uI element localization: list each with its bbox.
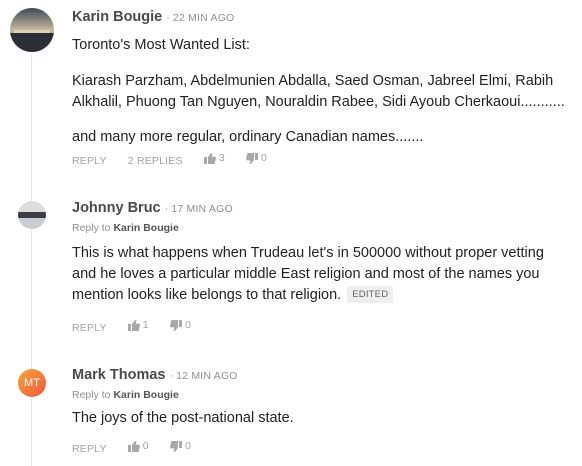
timestamp[interactable]: 22 MIN AGO: [173, 12, 235, 24]
reply-to-line: Reply to Karin Bougie: [72, 222, 179, 234]
comment-body: This is what happens when Trudeau let's …: [72, 243, 567, 306]
replies-link[interactable]: 2 REPLIES: [128, 155, 183, 167]
thumbs-down-icon: [246, 152, 258, 164]
comment-text: The joys of the post-national state.: [72, 410, 294, 426]
reply-to-author[interactable]: Karin Bougie: [113, 222, 178, 234]
thumbs-down-icon: [169, 319, 182, 331]
comment-header: Johnny Bruc · 17 MIN AGO: [72, 199, 233, 217]
upvote-button[interactable]: 0: [127, 440, 149, 452]
thumbs-up-icon: [203, 152, 216, 164]
timestamp[interactable]: 17 MIN AGO: [171, 203, 233, 215]
avatar[interactable]: [18, 201, 46, 229]
separator-dot: ·: [164, 203, 169, 215]
downvote-button[interactable]: 0: [169, 319, 191, 331]
comment-body: The joys of the post-national state.: [72, 408, 567, 429]
reply-button[interactable]: REPLY: [72, 443, 107, 455]
author-name[interactable]: Mark Thomas: [72, 367, 165, 383]
upvote-button[interactable]: 3: [203, 152, 225, 164]
avatar[interactable]: [10, 8, 54, 52]
downvote-count: 0: [184, 440, 191, 452]
downvote-count: 0: [184, 319, 191, 331]
downvote-count: 0: [261, 152, 268, 164]
edited-badge: EDITED: [347, 286, 394, 303]
thread-line: [31, 54, 32, 466]
comment-actions: REPLY 1 0: [72, 319, 209, 334]
comment-paragraph: Kiarash Parzham, Abdelmunien Abdalla, Sa…: [72, 73, 565, 110]
upvote-count: 1: [142, 319, 149, 331]
downvote-button[interactable]: 0: [169, 440, 191, 452]
comment-paragraph: This is what happens when Trudeau let's …: [72, 243, 567, 306]
comment-actions: REPLY 2 REPLIES 3 0: [72, 152, 285, 167]
upvote-count: 0: [142, 440, 149, 452]
upvote-count: 3: [218, 152, 225, 164]
comment-header: Mark Thomas · 12 MIN AGO: [72, 366, 238, 384]
avatar[interactable]: MT: [18, 369, 46, 397]
comment-header: Karin Bougie · 22 MIN AGO: [72, 8, 234, 26]
thumbs-up-icon: [127, 319, 140, 331]
comment-text: This is what happens when Trudeau let's …: [72, 245, 544, 303]
comment-actions: REPLY 0 0: [72, 440, 209, 455]
comment-body: Toronto's Most Wanted List: Kiarash Parz…: [72, 35, 567, 148]
reply-button[interactable]: REPLY: [72, 322, 107, 334]
thumbs-up-icon: [127, 440, 140, 452]
separator-dot: ·: [169, 370, 174, 382]
reply-to-line: Reply to Karin Bougie: [72, 389, 179, 401]
comment-paragraph: and many more regular, ordinary Canadian…: [72, 129, 424, 145]
comment-paragraph: Toronto's Most Wanted List:: [72, 37, 250, 53]
author-name[interactable]: Karin Bougie: [72, 9, 162, 25]
timestamp[interactable]: 12 MIN AGO: [176, 370, 238, 382]
separator-dot: ·: [166, 12, 170, 24]
reply-to-author[interactable]: Karin Bougie: [113, 389, 178, 401]
reply-button[interactable]: REPLY: [72, 155, 107, 167]
reply-to-prefix: Reply to: [72, 222, 111, 234]
downvote-button[interactable]: 0: [246, 152, 267, 164]
thumbs-down-icon: [169, 440, 182, 452]
upvote-button[interactable]: 1: [127, 319, 149, 331]
reply-to-prefix: Reply to: [72, 389, 111, 401]
author-name[interactable]: Johnny Bruc: [72, 200, 161, 216]
